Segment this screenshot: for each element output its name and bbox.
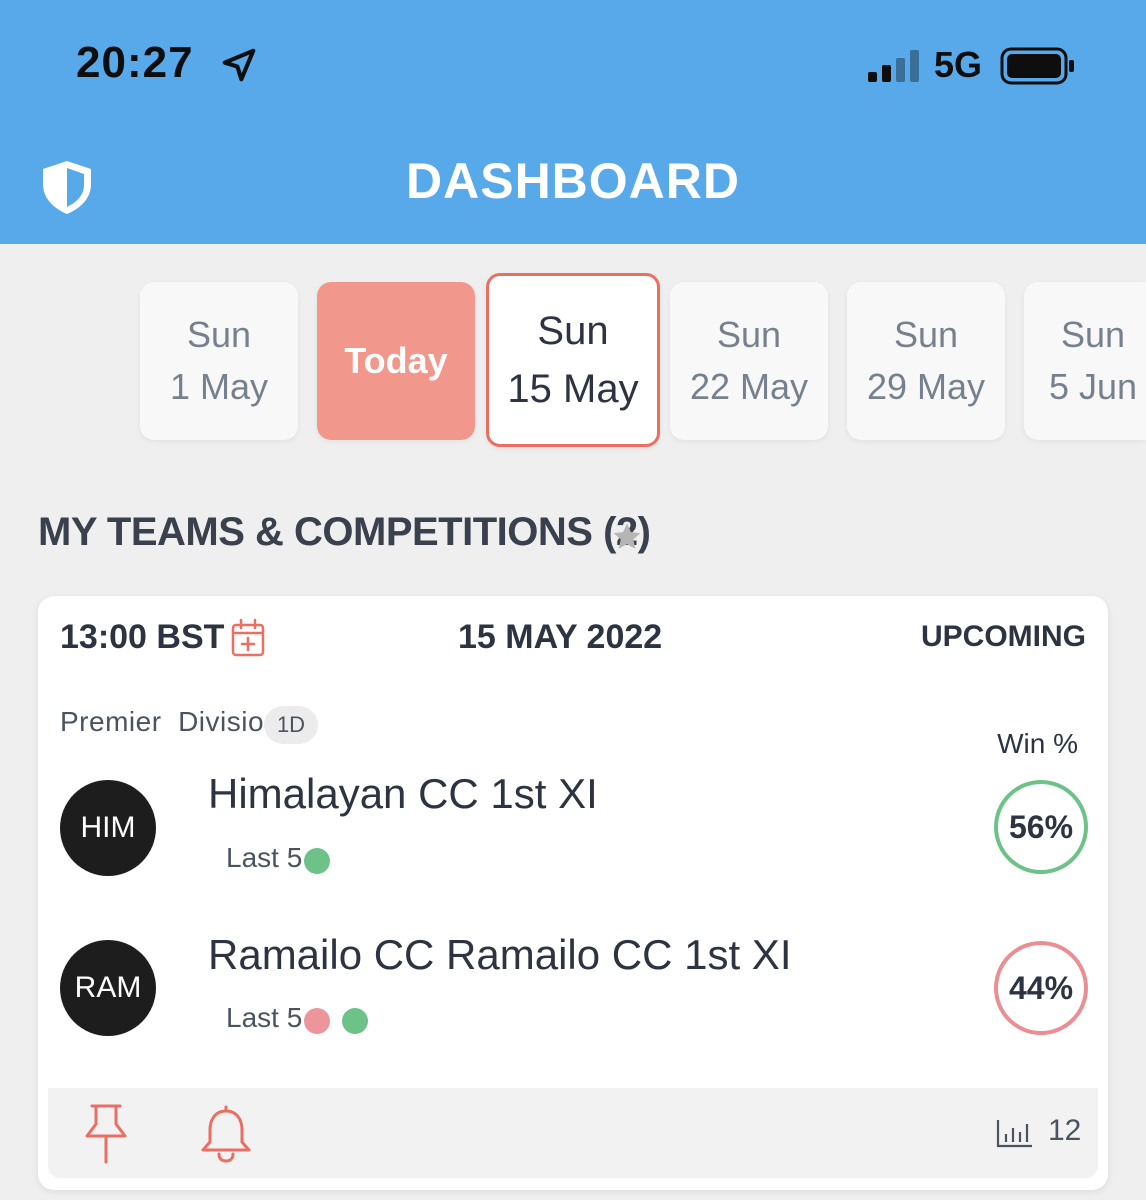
today-label: Today [344,339,448,381]
stats-chart-icon[interactable] [996,1118,1034,1148]
match-date: 15 MAY 2022 [458,618,663,656]
team-name-ram[interactable]: Ramailo CC Ramailo CC 1st XI [208,931,792,979]
team-avatar-ram[interactable]: RAM [60,940,156,1036]
pin-icon[interactable] [82,1102,130,1164]
date-day-label: Sun [537,309,609,353]
last5-win-dot [304,848,330,874]
last5-win-dot [342,1008,368,1034]
date-day-label: Sun [1061,313,1126,355]
team-name-him[interactable]: Himalayan CC 1st XI [208,770,598,818]
date-date-label: 5 Jun [1049,366,1138,407]
team-avatar-him[interactable]: HIM [60,780,156,876]
last5-label: Last 5 [226,842,303,873]
date-card-22-may[interactable]: Sun 22 May [670,282,828,440]
win-percent-ram: 44% [994,941,1088,1035]
team-abbr: HIM [80,811,136,844]
date-day-label: Sun [186,313,252,355]
win-percent-value: 44% [1008,969,1074,1006]
page-title: DASHBOARD [406,153,740,209]
date-date-label: 1 May [169,366,269,407]
status-time: 20:27 [76,38,194,87]
match-time: 13:00 BST [60,618,225,656]
app-header: 20:27 5G DASHBOARD [0,0,1146,244]
last5-loss-dot [304,1008,330,1034]
team-abbr: RAM [74,971,142,1004]
date-card-today[interactable]: Today [317,282,475,440]
win-percent-him: 56% [994,780,1088,874]
date-day-label: Sun [716,313,782,355]
last5-label: Last 5 [226,1002,303,1033]
date-date-label: 22 May [689,366,809,407]
date-card-5-jun[interactable]: Sun 5 Jun [1024,282,1146,440]
format-badge: 1D [264,706,318,744]
match-card[interactable]: 13:00 BST 15 MAY 2022 UPCOMING Premier D… [38,596,1108,1190]
add-to-calendar-icon[interactable] [230,618,266,658]
win-percent-header: Win % [997,728,1078,759]
match-status: UPCOMING [921,620,1086,653]
date-day-label: Sun [893,313,959,355]
date-date-label: 15 May [507,367,639,411]
competition-name: Premier Division [60,706,281,737]
network-label: 5G [934,44,983,85]
win-percent-value: 56% [1008,808,1074,845]
date-card-15-may[interactable]: Sun 15 May [486,273,660,447]
section-title: MY TEAMS & COMPETITIONS (2) [38,510,651,554]
stats-count: 12 [1048,1114,1082,1147]
date-card-1-may[interactable]: Sun 1 May [140,282,298,440]
location-arrow-icon [222,48,256,82]
date-date-label: 29 May [866,366,986,407]
signal-icon [868,50,919,82]
match-card-footer: 12 [48,1088,1098,1178]
star-icon[interactable] [610,520,644,554]
date-card-29-may[interactable]: Sun 29 May [847,282,1005,440]
bell-icon[interactable] [198,1102,254,1164]
battery-icon [1000,47,1074,85]
